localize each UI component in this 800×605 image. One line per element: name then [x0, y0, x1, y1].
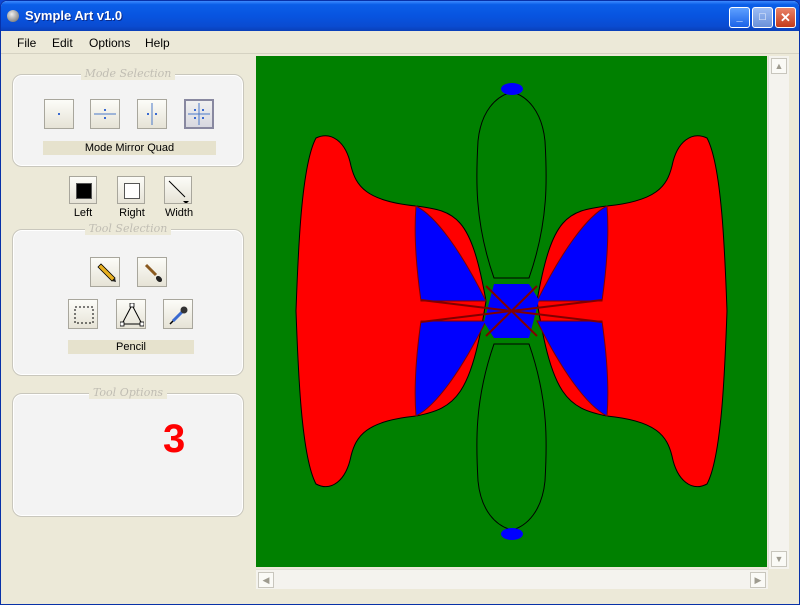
mode-mirror-horizontal-button[interactable]	[90, 99, 120, 129]
app-icon	[7, 10, 19, 22]
pencil-icon	[97, 263, 116, 282]
mode-mirror-vertical-icon	[147, 103, 157, 125]
artwork	[295, 83, 728, 540]
mode-mirror-quad-icon	[188, 103, 210, 125]
brush-icon	[144, 263, 163, 283]
tool-options-title: Tool Options	[88, 386, 168, 399]
menu-bar: File Edit Options Help	[1, 31, 799, 54]
right-color-label: Right	[119, 207, 145, 219]
menu-options[interactable]: Options	[89, 36, 130, 50]
tool-status-label: Pencil	[68, 340, 194, 354]
eyedropper-icon	[169, 306, 188, 325]
triangle-icon	[120, 303, 144, 327]
triangle-tool-button[interactable]	[116, 299, 146, 329]
right-color-swatch	[124, 183, 140, 199]
brush-tool-button[interactable]	[137, 257, 167, 287]
maximize-button[interactable]: □	[752, 7, 773, 28]
mode-mirror-horizontal-icon	[94, 109, 116, 119]
mode-selection-title: Mode Selection	[80, 67, 176, 80]
tool-option-value: 3	[163, 417, 186, 461]
menu-file[interactable]: File	[17, 36, 36, 50]
vertical-scrollbar[interactable]: ▲ ▼	[768, 56, 789, 569]
width-button[interactable]	[164, 176, 192, 204]
tool-selection-title: Tool Selection	[84, 222, 172, 235]
rect-select-tool-button[interactable]	[68, 299, 98, 329]
green-oval-bottom	[476, 343, 547, 531]
tool-selection-group: Tool Selection Pencil	[12, 222, 244, 376]
mode-single-icon	[58, 113, 60, 115]
red-shape-right	[536, 135, 728, 488]
scroll-down-arrow[interactable]: ▼	[771, 551, 787, 567]
mode-mirror-vertical-button[interactable]	[137, 99, 167, 129]
eyedropper-tool-button[interactable]	[163, 299, 193, 329]
menu-help[interactable]: Help	[145, 36, 170, 50]
scroll-up-arrow[interactable]: ▲	[771, 58, 787, 74]
right-color-button[interactable]	[117, 176, 145, 204]
line-width-icon	[168, 180, 189, 204]
drawing-canvas[interactable]	[256, 56, 767, 567]
left-color-label: Left	[73, 207, 93, 219]
green-oval-top	[476, 91, 547, 279]
blue-dot-top	[501, 83, 523, 95]
blue-dot-bottom	[501, 528, 523, 540]
left-color-button[interactable]	[69, 176, 97, 204]
scroll-right-arrow[interactable]: ▶	[750, 572, 766, 588]
app-window: Symple Art v1.0 _ □ ✕ File Edit Options …	[0, 0, 800, 605]
mode-status-label: Mode Mirror Quad	[43, 141, 216, 155]
mode-mirror-quad-button[interactable]	[184, 99, 214, 129]
rect-select-icon	[74, 306, 94, 324]
mode-selection-group: Mode Selection Mode Mirror Quad	[12, 67, 244, 167]
left-color-swatch	[76, 183, 92, 199]
mode-single-button[interactable]	[44, 99, 74, 129]
close-button[interactable]: ✕	[775, 7, 796, 28]
title-bar[interactable]: Symple Art v1.0 _ □ ✕	[1, 1, 799, 31]
tool-options-group: Tool Options	[12, 386, 244, 517]
scroll-left-arrow[interactable]: ◀	[258, 572, 274, 588]
menu-edit[interactable]: Edit	[52, 36, 73, 50]
pencil-tool-button[interactable]	[90, 257, 120, 287]
horizontal-scrollbar[interactable]: ◀ ▶	[256, 569, 768, 589]
width-label: Width	[164, 207, 194, 219]
minimize-button[interactable]: _	[729, 7, 750, 28]
red-shape-left	[295, 135, 487, 488]
window-title: Symple Art v1.0	[25, 8, 123, 23]
